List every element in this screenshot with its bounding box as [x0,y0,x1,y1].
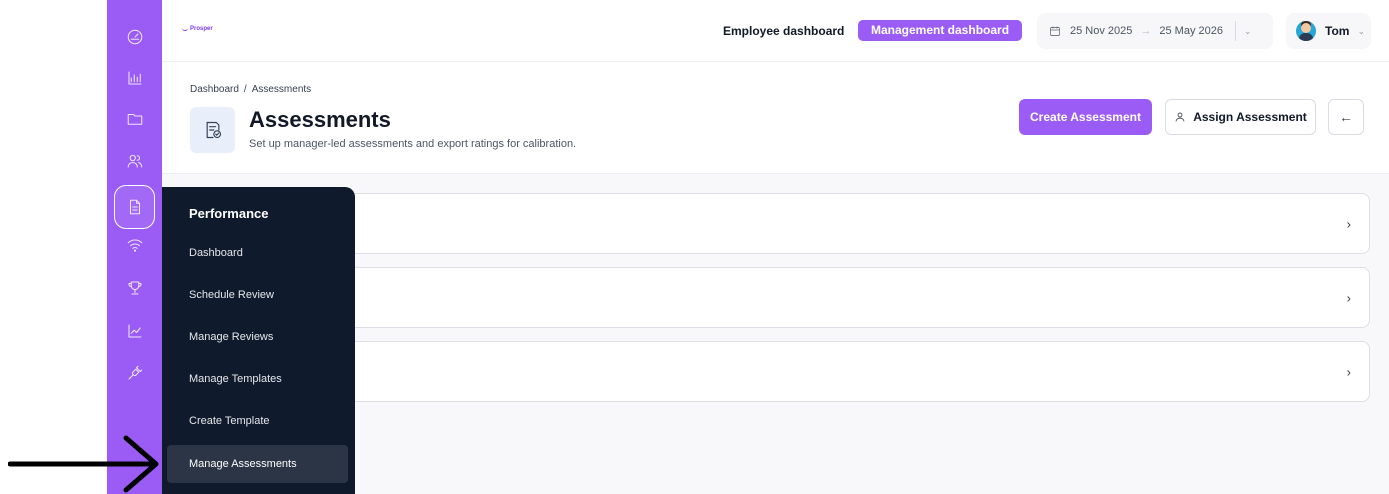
menu-title: Performance [189,206,269,221]
menu-item-manage-reviews[interactable]: Manage Reviews [189,331,273,343]
document-icon[interactable] [114,185,155,229]
date-arrow-icon: → [1140,25,1152,37]
employee-dashboard-button[interactable]: Employee dashboard [723,24,844,38]
menu-item-schedule-review[interactable]: Schedule Review [189,289,274,301]
user-menu[interactable]: Tom ⌄ [1286,13,1371,49]
page-subtitle: Set up manager-led assessments and expor… [249,138,577,150]
back-button[interactable]: ← [1328,99,1364,135]
folder-icon[interactable] [107,104,162,134]
assessment-card[interactable]: › [190,193,1370,254]
top-header: Prosper Employee dashboard Management da… [162,0,1389,62]
icon-rail [107,0,162,494]
breadcrumb-separator: / [243,84,247,95]
gauge-icon[interactable] [107,22,162,52]
logo-icon [182,27,188,31]
trophy-icon[interactable] [107,273,162,303]
plug-icon[interactable] [107,358,162,388]
chevron-down-icon: ⌄ [1357,25,1365,36]
arrow-left-icon: ← [1339,109,1353,125]
breadcrumb-dashboard[interactable]: Dashboard [190,84,239,95]
chevron-right-icon: › [1346,364,1351,379]
users-icon[interactable] [107,146,162,176]
user-icon [1175,112,1185,122]
management-dashboard-button[interactable]: Management dashboard [858,20,1023,41]
assessment-card[interactable]: › [190,267,1370,328]
date-start: 25 Nov 2025 [1070,25,1133,37]
menu-item-manage-templates[interactable]: Manage Templates [189,373,282,385]
bar-chart-icon[interactable] [107,63,162,93]
menu-item-dashboard[interactable]: Dashboard [189,247,243,259]
chevron-right-icon: › [1346,216,1351,231]
document-check-icon [190,107,235,153]
breadcrumb: Dashboard / Assessments [190,84,311,95]
calendar-icon [1049,25,1061,37]
chevron-down-icon[interactable]: ⌄ [1244,26,1252,37]
chevron-right-icon: › [1346,290,1351,305]
page-title: Assessments [249,107,391,132]
brand-logo[interactable]: Prosper [182,26,213,32]
assign-assessment-button[interactable]: Assign Assessment [1165,99,1316,135]
avatar [1296,21,1316,41]
breadcrumb-assessments: Assessments [251,84,312,95]
assessment-card[interactable]: › [190,341,1370,402]
menu-item-create-template[interactable]: Create Template [189,415,270,427]
app-window: Prosper Employee dashboard Management da… [0,0,1389,494]
divider [1235,21,1236,41]
annotation-arrow-icon [8,435,159,493]
date-end: 25 May 2026 [1159,25,1223,37]
create-assessment-button[interactable]: Create Assessment [1019,99,1152,135]
line-chart-icon[interactable] [107,316,162,346]
menu-item-manage-assessments[interactable]: Manage Assessments [167,445,348,483]
date-range-picker[interactable]: 25 Nov 2025 → 25 May 2026 ⌄ [1037,13,1273,49]
performance-flyout-menu: Performance Dashboard Schedule Review Ma… [162,187,355,494]
user-name: Tom [1325,24,1350,38]
wifi-icon[interactable] [107,230,162,260]
brand-name: Prosper [190,26,213,32]
assign-assessment-label: Assign Assessment [1193,110,1307,124]
